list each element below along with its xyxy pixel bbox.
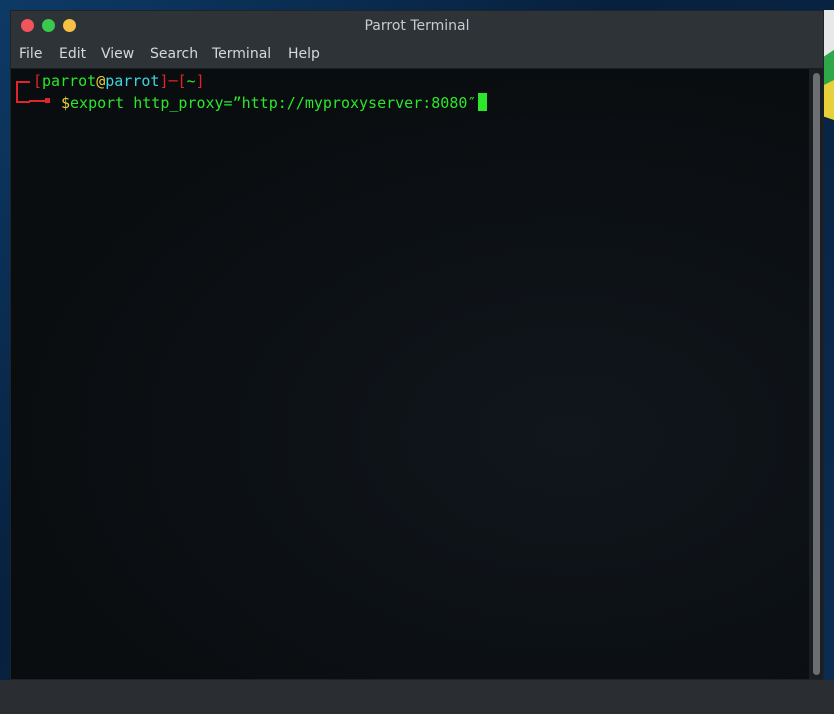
prompt-host: parrot [105, 72, 160, 90]
command-text: export http_proxy=”http://myproxyserver:… [70, 94, 477, 112]
menu-edit[interactable]: Edit [59, 46, 86, 62]
prompt-dir-close: ] [195, 72, 205, 90]
menu-terminal[interactable]: Terminal [212, 46, 271, 62]
prompt-line: [parrot@parrot]─[~] [33, 70, 205, 92]
prompt-dir-open: [ [177, 72, 187, 90]
menu-search[interactable]: Search [150, 46, 198, 62]
title-bar[interactable]: Parrot Terminal [11, 11, 823, 42]
taskbar [0, 680, 834, 714]
prompt-dollar: $ [61, 94, 71, 112]
scrollbar-thumb[interactable] [813, 73, 820, 675]
menu-file[interactable]: File [19, 46, 42, 62]
prompt-separator: ─ [168, 72, 178, 90]
terminal-scrollbar[interactable] [809, 69, 823, 679]
terminal-window: Parrot Terminal File Edit View Search Te… [10, 10, 824, 680]
prompt-user: parrot [42, 72, 97, 90]
terminal-cursor [478, 93, 488, 111]
prompt-open-bracket: [ [33, 72, 43, 90]
prompt-arrow-head [45, 98, 50, 103]
menu-view[interactable]: View [101, 46, 134, 62]
menu-bar: File Edit View Search Terminal Help [11, 42, 823, 69]
menu-help[interactable]: Help [288, 46, 320, 62]
prompt-corner-line [16, 81, 30, 103]
command-line: $export http_proxy=”http://myproxyserver… [61, 92, 488, 114]
prompt-dir: ~ [186, 72, 196, 90]
prompt-at: @ [96, 72, 106, 90]
terminal-output[interactable]: [parrot@parrot]─[~] $export http_proxy=”… [11, 69, 809, 679]
window-title: Parrot Terminal [364, 18, 470, 34]
